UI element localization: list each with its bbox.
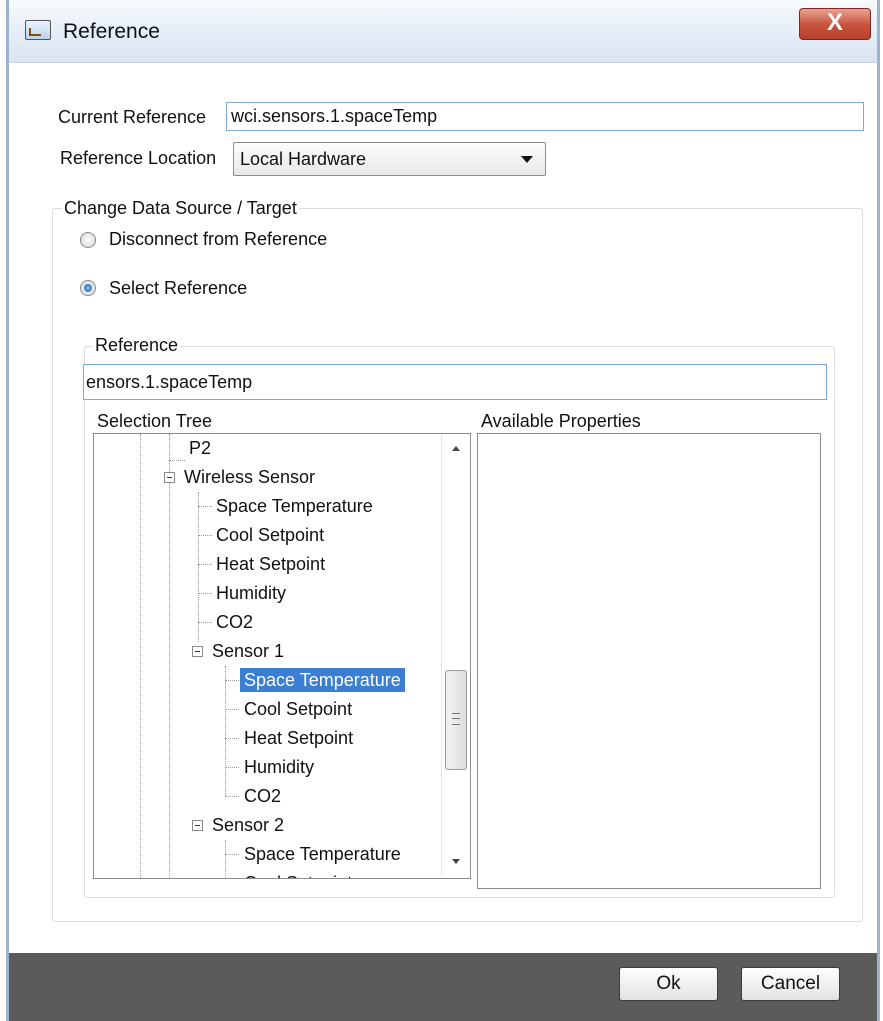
selection-tree-label: Selection Tree [97, 411, 213, 431]
tree-connector [198, 593, 212, 594]
select-reference-radio[interactable] [80, 280, 96, 296]
tree-connector [198, 506, 212, 507]
change-data-source-legend: Change Data Source / Target [62, 198, 299, 219]
tree-connector [225, 680, 239, 681]
tree-node[interactable]: Heat Setpoint [244, 726, 353, 750]
scroll-up-icon[interactable] [452, 446, 460, 451]
tree-connector [225, 840, 226, 878]
tree-connector [198, 535, 212, 536]
chevron-down-icon [521, 156, 533, 163]
collapse-icon[interactable] [164, 472, 175, 483]
tree-connector [169, 434, 170, 474]
tree-connector [198, 564, 212, 565]
reference-legend: Reference [93, 335, 181, 356]
tree-node[interactable]: Heat Setpoint [216, 552, 325, 576]
select-reference-label[interactable]: Select Reference [109, 278, 247, 299]
window-app-icon [25, 20, 51, 40]
tree-connector [225, 709, 239, 710]
available-properties-list[interactable] [477, 433, 821, 889]
current-reference-field[interactable]: wci.sensors.1.spaceTemp [226, 102, 864, 131]
collapse-icon[interactable] [192, 646, 203, 657]
available-properties-label: Available Properties [481, 411, 641, 431]
tree-node[interactable]: Space Temperature [216, 494, 373, 518]
tree-node[interactable]: Cool Setpoint [244, 871, 352, 878]
dialog-footer: Ok Cancel [9, 953, 877, 1021]
tree-node[interactable]: Cool Setpoint [216, 523, 324, 547]
tree-node[interactable]: CO2 [244, 784, 281, 808]
reference-location-dropdown[interactable]: Local Hardware [233, 142, 546, 176]
selection-tree[interactable]: P2 Wireless Sensor Space Temperature Coo… [93, 433, 471, 879]
tree-node[interactable]: CO2 [216, 610, 253, 634]
current-reference-label: Current Reference [58, 107, 207, 127]
tree-connector [225, 854, 239, 855]
tree-node[interactable]: Cool Setpoint [244, 697, 352, 721]
scroll-thumb[interactable] [445, 670, 467, 770]
cancel-button[interactable]: Cancel [741, 967, 840, 1001]
tree-node[interactable]: Humidity [244, 755, 314, 779]
tree-node[interactable]: Sensor 2 [212, 813, 284, 837]
reference-dialog: Reference X Current Reference wci.sensor… [6, 0, 880, 1021]
tree-connector [198, 492, 199, 642]
tree-node[interactable]: P2 [189, 436, 211, 460]
disconnect-label[interactable]: Disconnect from Reference [109, 229, 327, 250]
tree-node[interactable]: Humidity [216, 581, 286, 605]
disconnect-radio[interactable] [80, 232, 96, 248]
tree-connector [169, 460, 185, 461]
tree-connector [225, 666, 226, 796]
tree-node[interactable]: Space Temperature [244, 842, 401, 866]
title-bar[interactable]: Reference X [9, 0, 877, 63]
tree-connector [169, 482, 170, 878]
reference-location-value: Local Hardware [240, 149, 367, 169]
tree-connector [198, 622, 212, 623]
collapse-icon[interactable] [192, 820, 203, 831]
close-button[interactable]: X [799, 8, 871, 40]
tree-node[interactable]: Sensor 1 [212, 639, 284, 663]
ok-button[interactable]: Ok [619, 967, 718, 1001]
grip-icon [452, 713, 460, 725]
tree-connector [225, 796, 239, 797]
tree-connector [225, 767, 239, 768]
tree-node[interactable]: Wireless Sensor [184, 465, 315, 489]
tree-connector [140, 434, 141, 878]
reference-location-label: Reference Location [60, 148, 217, 168]
tree-node-selected[interactable]: Space Temperature [240, 668, 405, 692]
tree-scrollbar[interactable] [441, 434, 469, 876]
scroll-down-icon[interactable] [452, 859, 460, 864]
tree-connector [225, 738, 239, 739]
reference-path-field[interactable]: ensors.1.spaceTemp [83, 364, 827, 400]
window-title: Reference [63, 20, 160, 43]
